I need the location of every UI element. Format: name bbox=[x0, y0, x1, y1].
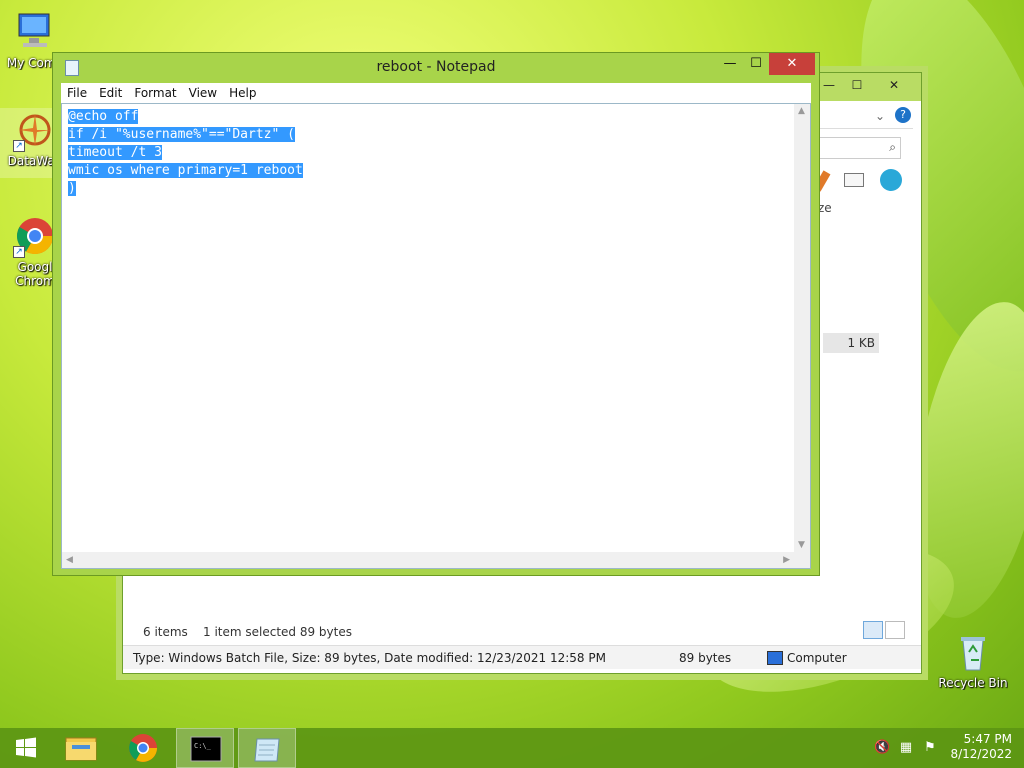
close-button[interactable]: ✕ bbox=[871, 75, 917, 95]
chrome-icon bbox=[129, 734, 157, 762]
datawag-icon: ↗ bbox=[13, 108, 57, 152]
computer-icon bbox=[13, 10, 57, 54]
taskbar-command-prompt[interactable]: C:\_ bbox=[176, 728, 234, 768]
recycle-bin-icon bbox=[951, 630, 995, 674]
properties-icon[interactable] bbox=[844, 173, 864, 187]
folder-icon bbox=[65, 737, 97, 761]
volume-muted-icon[interactable]: 🔇 bbox=[874, 740, 890, 756]
desktop-icon-recycle-bin[interactable]: Recycle Bin bbox=[938, 630, 1008, 690]
menu-format[interactable]: Format bbox=[128, 83, 182, 103]
detail-size: 89 bytes bbox=[679, 651, 732, 665]
menu-bar: File Edit Format View Help bbox=[61, 83, 811, 103]
selected-text[interactable]: @echo off if /i "%username%"=="Dartz" ( … bbox=[68, 108, 790, 198]
text-line: timeout /t 3 bbox=[68, 145, 162, 160]
open-icon[interactable] bbox=[880, 169, 902, 191]
column-header-size[interactable]: ze bbox=[818, 201, 832, 215]
status-selection: 1 item selected 89 bytes bbox=[203, 625, 352, 639]
scroll-right-arrow-icon[interactable]: ▶ bbox=[783, 555, 790, 565]
minimize-button[interactable]: — bbox=[717, 53, 743, 75]
chevron-down-icon[interactable]: ⌄ bbox=[875, 109, 885, 123]
address-bar[interactable]: ⌄ ? bbox=[813, 105, 913, 129]
network-icon[interactable]: ▦ bbox=[898, 740, 914, 756]
ribbon-icons: ze bbox=[813, 169, 918, 215]
svg-text:C:\_: C:\_ bbox=[194, 742, 212, 750]
details-bar: Type: Windows Batch File, Size: 89 bytes… bbox=[123, 645, 921, 669]
close-button[interactable]: ✕ bbox=[769, 53, 815, 75]
clock-time: 5:47 PM bbox=[963, 732, 1012, 746]
desktop-icon-label: Recycle Bin bbox=[938, 676, 1008, 690]
notepad-title-bar[interactable]: reboot - Notepad — ☐ ✕ bbox=[53, 53, 819, 83]
text-line: if /i "%username%"=="Dartz" ( bbox=[68, 127, 295, 142]
notepad-icon bbox=[254, 738, 280, 762]
scroll-up-arrow-icon[interactable]: ▲ bbox=[798, 106, 805, 116]
menu-help[interactable]: Help bbox=[223, 83, 262, 103]
vertical-scrollbar[interactable]: ▲ ▼ bbox=[794, 104, 810, 552]
text-editor-area[interactable]: @echo off if /i "%username%"=="Dartz" ( … bbox=[61, 103, 811, 569]
help-icon[interactable]: ? bbox=[895, 107, 911, 123]
action-center-icon[interactable]: ⚑ bbox=[922, 740, 938, 756]
computer-icon bbox=[767, 651, 783, 665]
taskbar-notepad[interactable] bbox=[238, 728, 296, 768]
detail-location: Computer bbox=[787, 651, 847, 665]
maximize-button[interactable]: ☐ bbox=[743, 53, 769, 75]
shortcut-arrow-icon: ↗ bbox=[13, 140, 25, 152]
detail-type: Type: Windows Batch File, Size: 89 bytes… bbox=[133, 651, 606, 665]
text-line: ) bbox=[68, 181, 76, 196]
notepad-window[interactable]: reboot - Notepad — ☐ ✕ File Edit Format Vie… bbox=[52, 52, 820, 576]
details-view-icon[interactable] bbox=[863, 621, 883, 639]
tiles-view-icon[interactable] bbox=[885, 621, 905, 639]
file-size-cell: 1 KB bbox=[823, 333, 879, 353]
text-line: @echo off bbox=[68, 109, 139, 124]
horizontal-scrollbar[interactable]: ◀ ▶ bbox=[62, 552, 794, 568]
shortcut-arrow-icon: ↗ bbox=[13, 246, 25, 258]
search-input[interactable]: ⌕ bbox=[813, 137, 901, 159]
text-line: wmic os where primary=1 reboot bbox=[68, 163, 303, 178]
chrome-icon: ↗ bbox=[13, 214, 57, 258]
scroll-down-arrow-icon[interactable]: ▼ bbox=[798, 540, 805, 550]
command-prompt-icon: C:\_ bbox=[190, 736, 222, 762]
menu-file[interactable]: File bbox=[61, 83, 93, 103]
window-title: reboot - Notepad bbox=[376, 59, 496, 75]
taskbar-chrome[interactable] bbox=[114, 728, 172, 768]
search-icon: ⌕ bbox=[889, 140, 896, 154]
status-item-count: 6 items bbox=[143, 625, 188, 639]
resize-grip[interactable] bbox=[794, 552, 810, 568]
menu-view[interactable]: View bbox=[183, 83, 223, 103]
taskbar-file-explorer[interactable] bbox=[52, 728, 110, 768]
clock-date: 8/12/2022 bbox=[950, 747, 1012, 761]
clock[interactable]: 5:47 PM 8/12/2022 bbox=[950, 732, 1012, 762]
scroll-left-arrow-icon[interactable]: ◀ bbox=[66, 555, 73, 565]
taskbar: C:\_ 🔇 ▦ ⚑ 5:47 PM 8/12/2022 bbox=[0, 728, 1024, 768]
menu-edit[interactable]: Edit bbox=[93, 83, 128, 103]
maximize-button[interactable]: ☐ bbox=[843, 75, 871, 95]
view-toggle bbox=[861, 621, 909, 641]
